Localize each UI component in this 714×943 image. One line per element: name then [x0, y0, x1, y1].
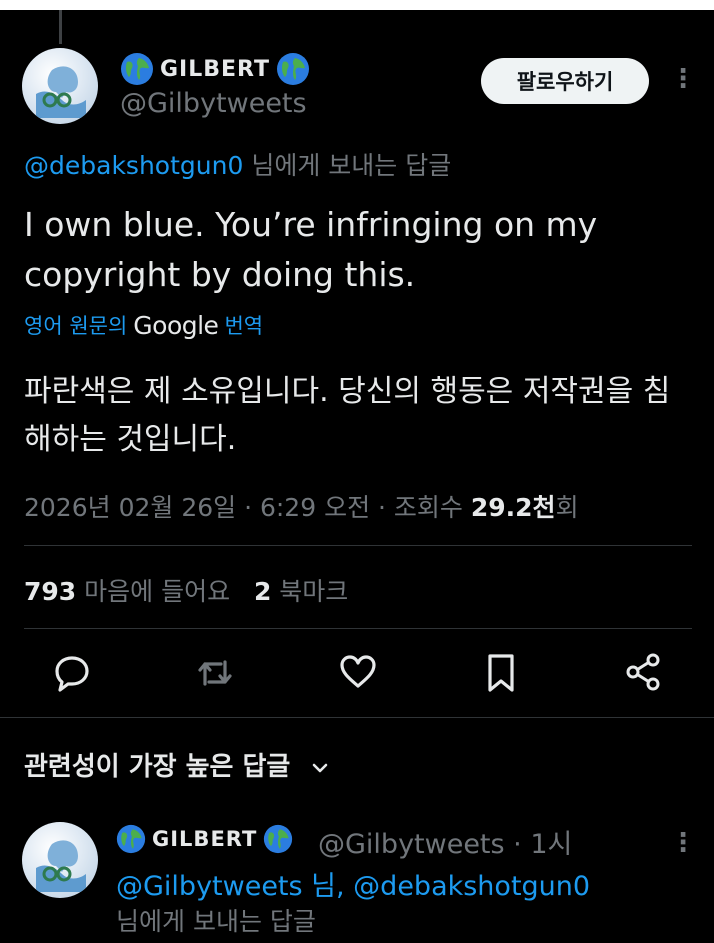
- retweet-icon[interactable]: [195, 650, 235, 696]
- globe-icon: [264, 824, 293, 854]
- reply-to-handle[interactable]: @debakshotgun0: [24, 151, 243, 180]
- divider: [0, 717, 714, 718]
- follow-button[interactable]: 팔로우하기: [481, 58, 649, 104]
- reply-handle-time[interactable]: @Gilbytweets · 1시: [318, 822, 572, 861]
- heart-icon[interactable]: [338, 650, 378, 696]
- likes-count: 793: [24, 577, 77, 606]
- tweet-metadata: 2026년 02월 26일 · 6:29 오전 · 조회수 29.2천회: [24, 488, 579, 524]
- globe-icon: [121, 53, 153, 85]
- share-icon[interactable]: [623, 650, 663, 696]
- timestamp[interactable]: 2026년 02월 26일 · 6:29 오전 · 조회수: [24, 493, 463, 522]
- reply-suffix: 님에게 보내는 답글: [116, 907, 316, 936]
- view-count: 29.2천: [470, 493, 556, 522]
- avatar[interactable]: [22, 48, 98, 124]
- likes-stat[interactable]: 793 마음에 들어요: [24, 577, 230, 606]
- more-options-icon[interactable]: ⋮: [670, 66, 696, 92]
- action-bar: [0, 650, 714, 700]
- reply-author-row[interactable]: GILBERT: [116, 824, 293, 854]
- google-logo: Google: [133, 310, 219, 340]
- bookmarks-label: 북마크: [279, 577, 349, 606]
- divider: [24, 545, 692, 546]
- thread-connector-line: [59, 10, 62, 44]
- translated-text: 파란색은 제 소유입니다. 당신의 행동은 저작권을 침해하는 것입니다.: [24, 374, 671, 457]
- bookmarks-stat[interactable]: 2 북마크: [254, 577, 348, 606]
- reply-author-name[interactable]: GILBERT: [152, 827, 257, 851]
- globe-icon: [277, 53, 310, 85]
- top-strip: [0, 0, 714, 10]
- reply-context: @debakshotgun0 님에게 보내는 답글: [24, 146, 451, 182]
- reply-avatar[interactable]: [22, 822, 98, 898]
- likes-label: 마음에 들어요: [84, 577, 231, 606]
- reply-sort-selector[interactable]: 관련성이 가장 높은 답글: [24, 746, 329, 783]
- view-count-suffix: 회: [555, 493, 579, 522]
- globe-icon: [116, 824, 146, 854]
- engagement-stats: 793 마음에 들어요 2 북마크: [24, 572, 348, 608]
- reply-mentions[interactable]: @Gilbytweets 님, @debakshotgun0: [116, 864, 590, 903]
- reply-icon[interactable]: [52, 650, 92, 696]
- author-name[interactable]: GILBERT: [160, 57, 270, 82]
- author-handle[interactable]: @Gilbytweets: [120, 88, 307, 119]
- reply-more-options-icon[interactable]: ⋮: [670, 830, 696, 856]
- reply-to-suffix: 님에게 보내는 답글: [251, 151, 452, 180]
- translate-suffix: 번역: [224, 314, 264, 338]
- translate-prefix: 영어 원문의: [24, 314, 128, 338]
- translation-attribution: 영어 원문의 Google 번역: [24, 310, 263, 340]
- reply-sort-label: 관련성이 가장 높은 답글: [24, 752, 291, 782]
- bookmarks-count: 2: [253, 577, 272, 606]
- avatar-image: [36, 840, 86, 892]
- author-name-row[interactable]: GILBERT: [120, 52, 310, 86]
- divider: [24, 628, 692, 629]
- avatar-image: [36, 66, 86, 118]
- tweet-text: I own blue. You’re infringing on my copy…: [24, 205, 598, 294]
- chevron-down-icon: [313, 763, 328, 772]
- bookmark-icon[interactable]: [481, 650, 521, 696]
